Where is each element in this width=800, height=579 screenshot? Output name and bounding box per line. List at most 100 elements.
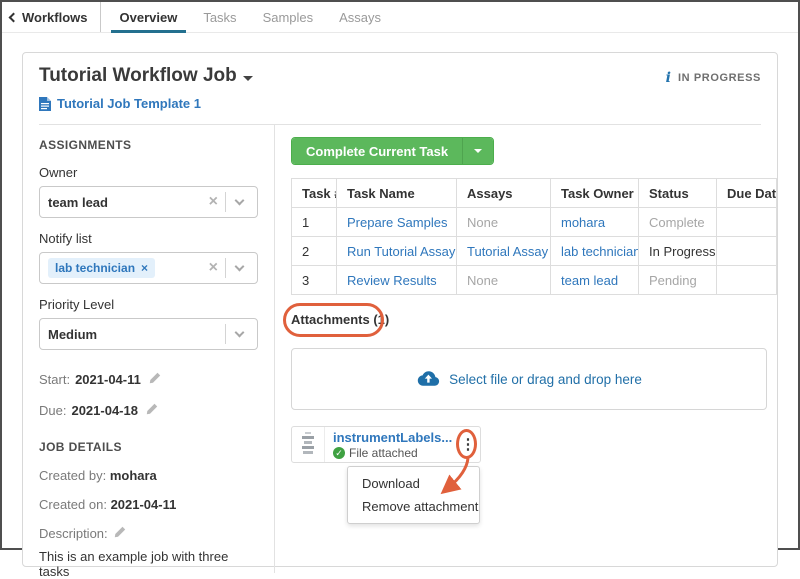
task-due <box>717 266 777 295</box>
dropzone-text: Select file or drag and drop here <box>449 372 642 387</box>
assignments-panel: ASSIGNMENTS Owner team lead × Notify lis… <box>23 125 275 573</box>
task-name-link[interactable]: Review Results <box>347 273 437 288</box>
notify-tag: lab technician × <box>48 258 155 278</box>
check-icon: ✓ <box>333 447 345 459</box>
col-task-owner: Task Owner <box>551 179 639 208</box>
task-name-link[interactable]: Prepare Samples <box>347 215 447 230</box>
task-status: Complete <box>639 208 717 237</box>
cloud-upload-icon <box>416 370 440 388</box>
task-status: Pending <box>639 266 717 295</box>
table-header-row: Task # Task Name Assays Task Owner Statu… <box>292 179 777 208</box>
assignments-heading: ASSIGNMENTS <box>39 138 258 152</box>
task-due <box>717 208 777 237</box>
job-card-header: Tutorial Workflow Job i IN PROGRESS Tuto… <box>23 53 777 125</box>
col-status: Status <box>639 179 717 208</box>
col-assays: Assays <box>457 179 551 208</box>
caret-down-icon <box>474 149 482 153</box>
task-assays: None <box>457 266 551 295</box>
page-title: Tutorial Workflow Job <box>39 65 237 87</box>
edit-pencil-icon[interactable] <box>114 526 126 541</box>
attachment-card: instrumentLabels... ✓ File attached ⋮ <box>291 426 481 463</box>
clear-icon[interactable]: × <box>202 194 225 210</box>
attachment-name-link[interactable]: instrumentLabels... <box>333 430 456 445</box>
status-badge: IN PROGRESS <box>678 72 761 84</box>
chevron-down-icon[interactable] <box>235 328 245 338</box>
menu-item-download[interactable]: Download <box>348 472 479 495</box>
due-date-value: 2021-04-18 <box>71 403 138 418</box>
task-status: In Progress <box>639 237 717 266</box>
task-num: 3 <box>292 266 337 295</box>
created-by-value: mohara <box>110 468 157 483</box>
task-num: 2 <box>292 237 337 266</box>
attachment-status-text: File attached <box>349 446 418 460</box>
job-card: Tutorial Workflow Job i IN PROGRESS Tuto… <box>22 52 778 567</box>
menu-item-remove-attachment[interactable]: Remove attachment <box>348 495 479 518</box>
task-assays: None <box>457 208 551 237</box>
attachments-heading: Attachments (1) <box>291 312 777 327</box>
edit-pencil-icon[interactable] <box>146 403 158 418</box>
tag-remove-icon[interactable]: × <box>141 261 148 275</box>
task-owner-link[interactable]: mohara <box>561 215 605 230</box>
created-by-label: Created by: <box>39 468 106 483</box>
attachment-context-menu: Download Remove attachment <box>347 466 480 524</box>
col-task-num: Task # <box>292 179 337 208</box>
description-text: This is an example job with three tasks <box>39 549 258 579</box>
tab-assays[interactable]: Assays <box>326 2 394 32</box>
table-row: 1 Prepare Samples None mohara Complete <box>292 208 777 237</box>
template-link[interactable]: Tutorial Job Template 1 <box>57 96 201 111</box>
owner-value: team lead <box>48 195 202 210</box>
tab-overview[interactable]: Overview <box>107 2 191 32</box>
tab-tasks[interactable]: Tasks <box>190 2 249 32</box>
back-to-workflows-link[interactable]: Workflows <box>2 2 100 32</box>
task-table: Task # Task Name Assays Task Owner Statu… <box>291 178 777 295</box>
chevron-down-icon[interactable] <box>235 196 245 206</box>
tab-bar: Overview Tasks Samples Assays <box>107 2 395 32</box>
created-on-label: Created on: <box>39 497 107 512</box>
complete-task-label[interactable]: Complete Current Task <box>292 138 462 164</box>
attachment-menu-button[interactable]: ⋮ <box>456 427 480 462</box>
clear-icon[interactable]: × <box>202 260 225 276</box>
notify-list-label: Notify list <box>39 231 258 246</box>
job-title-menu[interactable]: Tutorial Workflow Job <box>39 65 253 87</box>
col-task-name: Task Name <box>337 179 457 208</box>
file-dropzone[interactable]: Select file or drag and drop here <box>291 348 767 410</box>
task-assays-link[interactable]: Tutorial Assay <box>467 244 548 259</box>
owner-select[interactable]: team lead × <box>39 186 258 218</box>
kebab-icon: ⋮ <box>461 437 476 452</box>
task-due <box>717 237 777 266</box>
description-label: Description: <box>39 526 108 541</box>
table-row: 2 Run Tutorial Assay Tutorial Assay lab … <box>292 237 777 266</box>
notify-tag-label: lab technician <box>55 261 135 275</box>
info-icon[interactable]: i <box>666 71 671 85</box>
notify-list-select[interactable]: lab technician × × <box>39 252 258 284</box>
priority-select[interactable]: Medium <box>39 318 258 350</box>
nav-divider <box>100 2 101 32</box>
task-owner-link[interactable]: lab technician <box>561 244 639 259</box>
top-nav: Workflows Overview Tasks Samples Assays <box>2 2 798 33</box>
start-date-value: 2021-04-11 <box>75 372 141 387</box>
job-details-heading: JOB DETAILS <box>39 440 258 454</box>
task-num: 1 <box>292 208 337 237</box>
priority-value: Medium <box>48 327 225 342</box>
chevron-down-icon[interactable] <box>235 262 245 272</box>
tasks-panel: Complete Current Task Task # Task Name A… <box>275 125 793 573</box>
task-owner-link[interactable]: team lead <box>561 273 618 288</box>
job-status: i IN PROGRESS <box>666 71 761 85</box>
complete-current-task-button[interactable]: Complete Current Task <box>291 137 494 165</box>
owner-label: Owner <box>39 165 258 180</box>
attachment-file-icon <box>292 427 325 462</box>
task-name-link[interactable]: Run Tutorial Assay <box>347 244 455 259</box>
priority-label: Priority Level <box>39 297 258 312</box>
table-row: 3 Review Results None team lead Pending <box>292 266 777 295</box>
chevron-down-icon <box>243 76 253 81</box>
edit-pencil-icon[interactable] <box>149 372 161 387</box>
file-icon <box>39 97 51 111</box>
created-on-value: 2021-04-11 <box>111 497 177 512</box>
chevron-left-icon <box>9 13 19 23</box>
back-link-label: Workflows <box>22 10 88 25</box>
start-date-label: Start: <box>39 372 70 387</box>
col-due-date: Due Date <box>717 179 777 208</box>
complete-task-dropdown[interactable] <box>462 138 493 164</box>
due-date-label: Due: <box>39 403 66 418</box>
tab-samples[interactable]: Samples <box>250 2 327 32</box>
